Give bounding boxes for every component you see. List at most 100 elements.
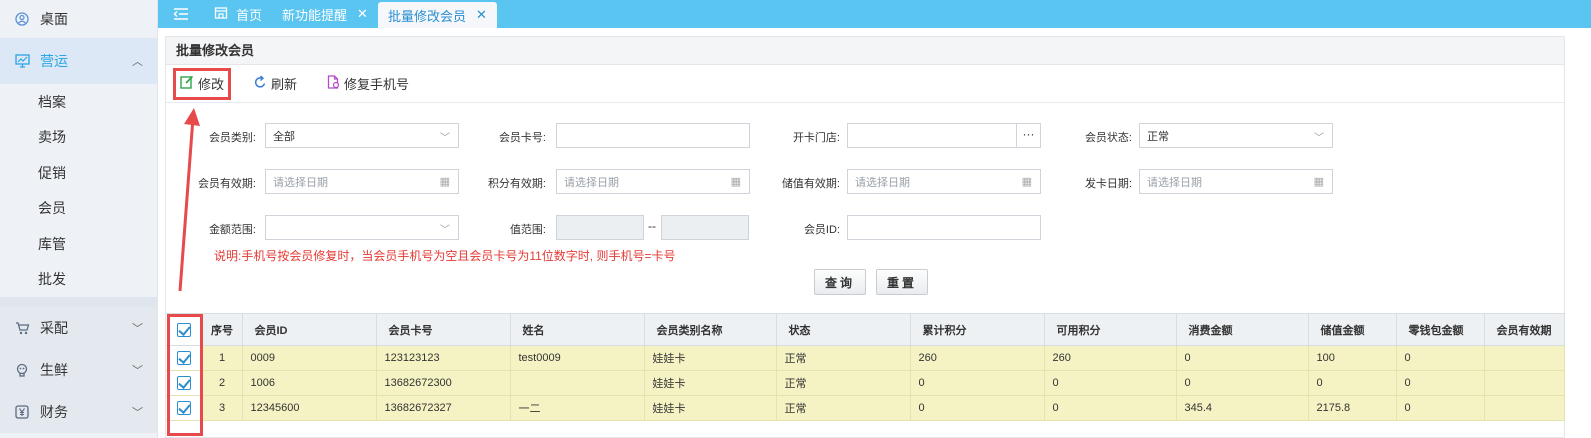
member-type-value: 全部	[273, 130, 295, 143]
yen-icon	[14, 404, 30, 420]
chevron-up-icon: ︿	[132, 56, 143, 68]
sidebar-item-label: 库管	[38, 235, 66, 252]
column-header[interactable]: 累计积分	[910, 313, 1045, 346]
sidebar-item-store[interactable]: 卖场	[0, 120, 157, 156]
table-cell: 一二	[510, 395, 645, 421]
help-note: 说明:手机号按会员修复时，当会员手机号为空且会员卡号为11位数字时, 则手机号=…	[214, 249, 676, 263]
calendar-icon: ▦	[439, 176, 450, 188]
store-picker-button[interactable]: ···	[1016, 124, 1040, 147]
sidebar: 桌面 营运 ︿ 档案 卖场 促销 会员 库管 批发 采配 ﹀ 生鲜 ﹀ 财务 ﹀	[0, 0, 158, 438]
table-cell: 2175.8	[1308, 395, 1397, 421]
column-header[interactable]: 会员卡号	[376, 313, 511, 346]
value-range-max-input[interactable]	[661, 215, 749, 240]
refresh-button-label: 刷新	[271, 77, 298, 92]
sidebar-item-member[interactable]: 会员	[0, 191, 157, 227]
table-cell: 2	[202, 370, 243, 396]
close-icon[interactable]: ✕	[476, 7, 487, 23]
table-row[interactable]: 3 12345600 13682672327 一二 娃娃卡 正常 0 0 345…	[166, 395, 1565, 421]
table-cell: 娃娃卡	[644, 345, 777, 371]
sidebar-group-purchase[interactable]: 采配 ﹀	[0, 307, 157, 349]
sidebar-group-label: 生鲜	[40, 362, 68, 378]
column-header[interactable]: 零钱包金额	[1396, 313, 1485, 346]
column-header[interactable]: 序号	[202, 313, 243, 346]
calendar-icon: ▦	[1021, 176, 1032, 188]
query-button[interactable]: 查询	[814, 269, 866, 295]
member-type-select[interactable]: 全部 ﹀	[265, 123, 459, 148]
main-panel: 批量修改会员 修改 刷新 修复手机号 会员类别: 全部 ﹀ 会员卡号: 开卡门店…	[165, 36, 1565, 438]
edit-button[interactable]: 修改	[172, 67, 232, 100]
tab-label: 批量修改会员	[387, 8, 466, 24]
table-cell	[510, 370, 645, 396]
select-all-checkbox[interactable]	[166, 313, 203, 346]
tab-batch-edit-member[interactable]: 批量修改会员 ✕	[377, 2, 497, 28]
column-header[interactable]: 会员ID	[242, 313, 377, 346]
member-id-input[interactable]	[847, 215, 1041, 240]
menu-collapse-icon[interactable]	[158, 0, 204, 28]
column-header[interactable]: 储值金额	[1308, 313, 1397, 346]
table-row[interactable]: 1 0009 123123123 test0009 娃娃卡 正常 260 260…	[166, 345, 1565, 371]
checkbox-checked-icon	[176, 322, 191, 337]
filter-form: 会员类别: 全部 ﹀ 会员卡号: 开卡门店: ··· 会员状态: 正常 ﹀ 会员…	[166, 103, 1564, 303]
table-cell: 345.4	[1176, 395, 1309, 421]
points-valid-label: 积分有效期:	[487, 178, 546, 190]
value-range-min-input[interactable]	[556, 215, 644, 240]
tab-new-features[interactable]: 新功能提醒 ✕	[272, 0, 378, 28]
sidebar-item-desktop[interactable]: 桌面	[0, 0, 157, 38]
table-cell: 0	[1308, 370, 1397, 396]
date-placeholder: 请选择日期	[564, 176, 619, 189]
column-header[interactable]: 消费金额	[1176, 313, 1309, 346]
member-valid-label: 会员有效期:	[197, 178, 256, 190]
table-cell: 100	[1308, 345, 1397, 371]
row-checkbox[interactable]	[166, 370, 203, 396]
store-input[interactable]: ···	[847, 123, 1041, 148]
issue-date-input[interactable]: 请选择日期 ▦	[1139, 169, 1333, 194]
row-checkbox[interactable]	[166, 395, 203, 421]
table-cell: 正常	[776, 345, 911, 371]
column-header[interactable]: 会员有效期	[1484, 313, 1565, 346]
sidebar-item-archive[interactable]: 档案	[0, 84, 157, 120]
sidebar-group-finance[interactable]: 财务 ﹀	[0, 391, 157, 433]
column-header[interactable]: 会员类别名称	[644, 313, 777, 346]
points-valid-date-input[interactable]: 请选择日期 ▦	[556, 169, 750, 194]
column-header[interactable]: 姓名	[510, 313, 645, 346]
table-cell: 260	[1044, 345, 1177, 371]
stored-valid-date-input[interactable]: 请选择日期 ▦	[847, 169, 1041, 194]
table-cell: 0	[1176, 370, 1309, 396]
sidebar-group-label: 采配	[40, 320, 68, 336]
table-cell: 娃娃卡	[644, 395, 777, 421]
checkbox-checked-icon	[176, 351, 191, 365]
tab-label: 首页	[236, 7, 263, 23]
column-header[interactable]: 状态	[776, 313, 911, 346]
refresh-button[interactable]: 刷新	[250, 71, 301, 97]
sidebar-group-label: 财务	[40, 404, 68, 420]
value-range-label: 值范围:	[509, 224, 546, 236]
status-select[interactable]: 正常 ﹀	[1139, 123, 1333, 148]
chevron-down-icon: ﹀	[440, 133, 450, 144]
member-type-label: 会员类别:	[208, 132, 256, 144]
sidebar-divider	[0, 297, 157, 307]
member-valid-date-input[interactable]: 请选择日期 ▦	[265, 169, 459, 194]
column-header[interactable]: 可用积分	[1044, 313, 1177, 346]
sidebar-item-wholesale[interactable]: 批发	[0, 262, 157, 298]
reset-button[interactable]: 重置	[876, 269, 928, 295]
fix-phone-button-label: 修复手机号	[344, 77, 410, 92]
sidebar-item-inventory[interactable]: 库管	[0, 226, 157, 262]
issue-date-label: 发卡日期:	[1084, 178, 1132, 190]
table-cell: test0009	[510, 345, 645, 371]
amount-range-select[interactable]: ﹀	[265, 215, 459, 240]
close-icon[interactable]: ✕	[357, 6, 368, 22]
sidebar-group-fresh[interactable]: 生鲜 ﹀	[0, 349, 157, 391]
sidebar-item-promotion[interactable]: 促销	[0, 155, 157, 191]
card-no-input[interactable]	[556, 123, 750, 148]
vertical-scrollbar[interactable]	[1565, 36, 1591, 438]
chevron-down-icon: ﹀	[440, 225, 450, 236]
sidebar-group-operations[interactable]: 营运 ︿	[0, 38, 157, 84]
amount-range-label: 金额范围:	[208, 224, 256, 236]
fix-phone-button[interactable]: 修复手机号	[323, 71, 413, 97]
row-checkbox[interactable]	[166, 345, 203, 371]
table-cell: 3	[202, 395, 243, 421]
tab-home[interactable]: 首页	[204, 0, 272, 28]
table-row[interactable]: 2 1006 13682672300 娃娃卡 正常 0 0 0 0 0	[166, 370, 1565, 396]
table-cell: 娃娃卡	[644, 370, 777, 396]
table-cell: 1006	[242, 370, 377, 396]
